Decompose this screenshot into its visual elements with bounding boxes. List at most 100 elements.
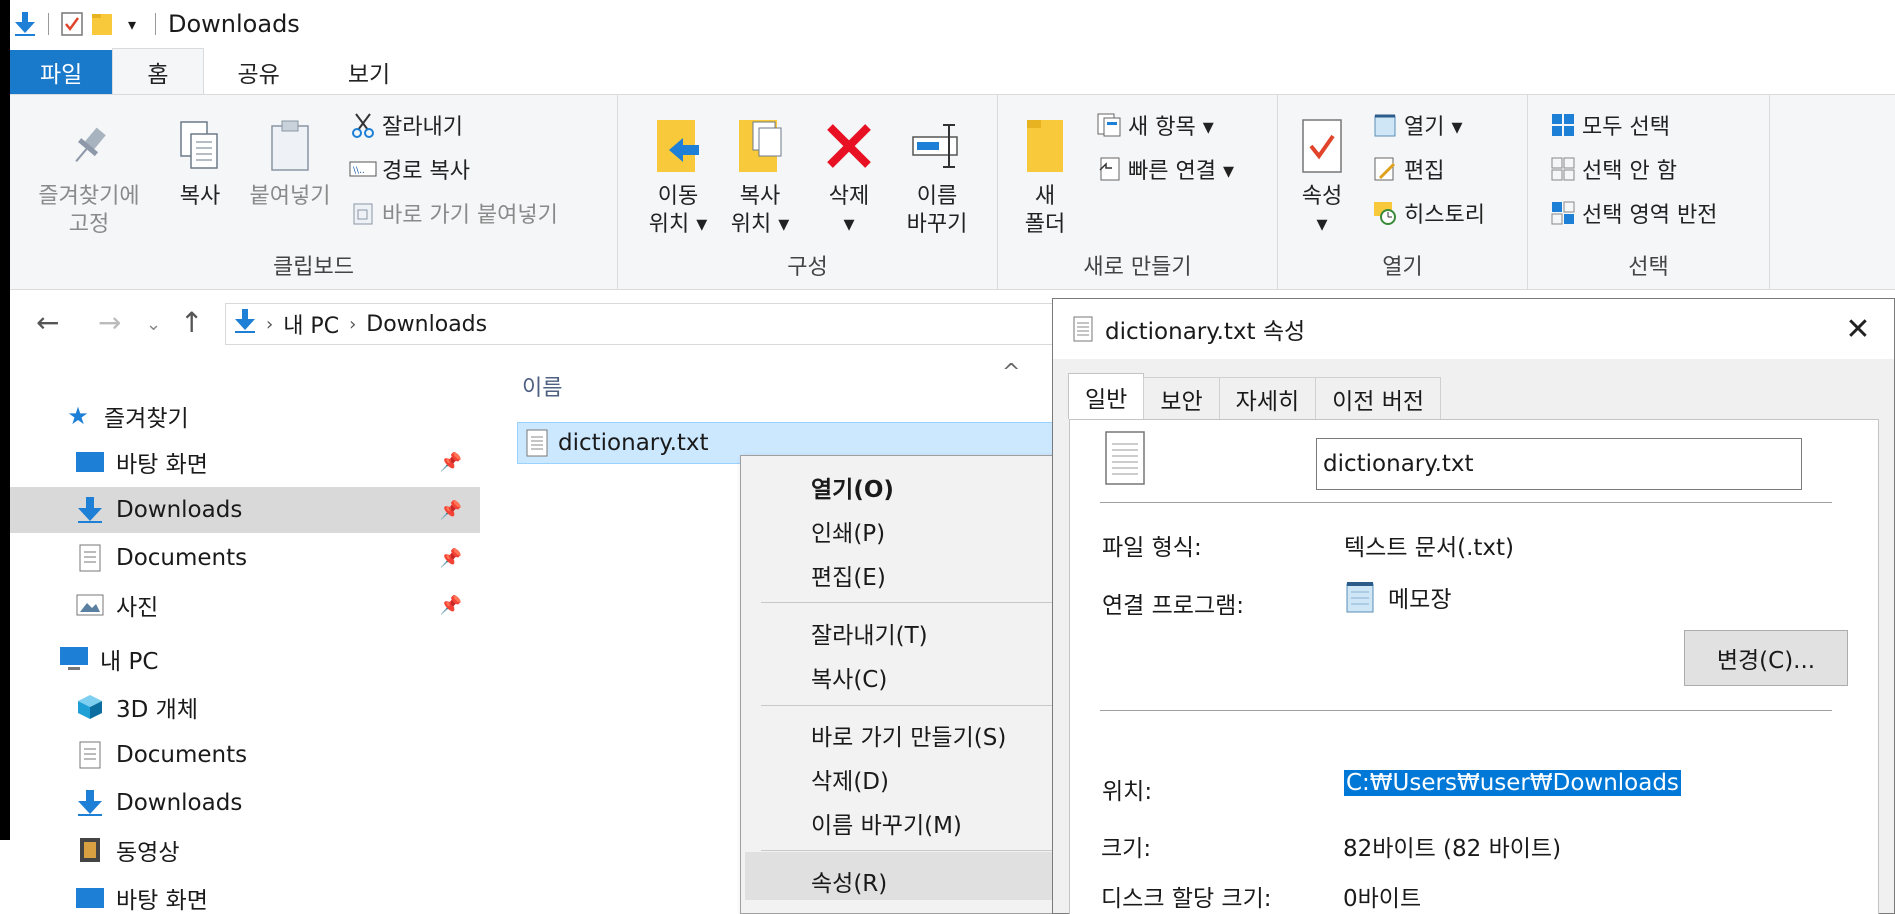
paste-label: 붙여넣기 [249, 184, 331, 209]
nav-item-pc-desktop[interactable]: 바탕 화면 [10, 875, 480, 914]
nav-item-pictures[interactable]: 사진 📌 [10, 582, 480, 628]
cut-button[interactable]: 잘라내기 [348, 109, 463, 141]
new-item-button[interactable]: 새 항목 ▾ [1094, 109, 1214, 141]
delete-dropdown: ▾ [843, 212, 855, 237]
menu-item-rename[interactable]: 이름 바꾸기(M) [811, 806, 962, 840]
location-value[interactable]: C:₩Users₩user₩Downloads [1344, 770, 1681, 796]
filename-input[interactable]: dictionary.txt [1316, 438, 1802, 490]
tab-view[interactable]: 보기 [314, 50, 424, 94]
menu-item-open[interactable]: 열기(O) [811, 470, 894, 504]
breadcrumb-downloads[interactable]: Downloads [366, 312, 487, 337]
breadcrumb-separator: › [266, 313, 274, 335]
edit-button[interactable]: 편집 [1370, 153, 1444, 185]
up-arrow-icon[interactable]: ↑ [180, 306, 203, 339]
nav-item-pc-documents[interactable]: Documents [10, 732, 480, 778]
navigation-pane: ★ 즐겨찾기 바탕 화면 📌 Downloads 📌 Documents 📌 사… [10, 360, 480, 914]
back-arrow-icon[interactable]: ← [36, 306, 59, 339]
nav-item-pc-downloads[interactable]: Downloads [10, 780, 480, 826]
paste-shortcut-button[interactable]: 바로 가기 붙여넣기 [348, 197, 558, 229]
change-button[interactable]: 변경(C)... [1684, 630, 1848, 686]
menu-item-properties[interactable]: 속성(R) [811, 864, 887, 898]
open-button[interactable]: 열기 ▾ [1370, 109, 1463, 141]
nav-item-label: 바탕 화면 [116, 888, 208, 914]
close-icon[interactable]: ✕ [1838, 309, 1878, 349]
nav-item-downloads[interactable]: Downloads 📌 [10, 487, 480, 533]
select-group: 모두 선택 선택 안 함 선택 영역 반전 선택 [1528, 95, 1770, 289]
tab-share[interactable]: 공유 [204, 50, 314, 94]
tab-security[interactable]: 보안 [1143, 377, 1220, 419]
copy-icon [177, 111, 223, 181]
new-folder-label-1: 새 [1034, 184, 1056, 209]
nav-quick-access[interactable]: ★ 즐겨찾기 [10, 393, 480, 439]
easy-access-button[interactable]: 빠른 연결 ▾ [1094, 153, 1234, 185]
tab-details[interactable]: 자세히 [1218, 377, 1317, 419]
clipboard-group-label: 클립보드 [273, 255, 354, 280]
address-bar[interactable]: › 내 PC › Downloads [225, 303, 1070, 345]
nav-item-label: Documents [116, 545, 248, 571]
menu-item-edit[interactable]: 편집(E) [811, 558, 886, 592]
size-label: 크기: [1101, 836, 1152, 862]
new-folder-icon[interactable] [87, 9, 117, 39]
pin-icon[interactable]: 📌 [440, 548, 462, 569]
new-group: 새 폴더 새 항목 ▾ 빠른 연결 ▾ 새로 만들기 [998, 95, 1278, 289]
history-button[interactable]: 히스토리 [1370, 197, 1485, 229]
copy-button[interactable]: 복사 [160, 111, 240, 211]
pin-icon[interactable]: 📌 [440, 500, 462, 521]
download-arrow-icon[interactable] [10, 9, 40, 39]
pin-icon[interactable]: 📌 [440, 595, 462, 616]
properties-check-icon[interactable] [57, 9, 87, 39]
paste-button[interactable]: 붙여넣기 [240, 111, 340, 211]
nav-item-label: Documents [116, 742, 248, 768]
open-label: 열기 ▾ [1404, 115, 1463, 140]
rename-button[interactable]: 이름 바꾸기 [892, 111, 982, 239]
move-to-button[interactable]: 이동 위치 ▾ [638, 111, 718, 239]
select-all-button[interactable]: 모두 선택 [1548, 109, 1670, 141]
file-type-value: 텍스트 문서(.txt) [1344, 535, 1515, 561]
pin-icon[interactable]: 📌 [440, 452, 462, 473]
svg-text:\\..: \\.. [353, 166, 365, 176]
qa-separator [155, 13, 156, 35]
delete-button[interactable]: 삭제 ▾ [814, 111, 884, 239]
nav-item-desktop[interactable]: 바탕 화면 📌 [10, 439, 480, 485]
pin-label-1: 즐겨찾기에 [38, 184, 140, 209]
nav-item-3d-objects[interactable]: 3D 개체 [10, 684, 480, 730]
desktop-icon [74, 446, 106, 478]
move-to-label-2: 위치 ▾ [648, 212, 708, 237]
breadcrumb-this-pc[interactable]: 내 PC [283, 308, 339, 340]
desktop-icon [74, 882, 106, 914]
menu-item-delete[interactable]: 삭제(D) [811, 762, 889, 796]
location-selected-text[interactable]: C:₩Users₩user₩Downloads [1344, 770, 1681, 796]
recent-chevron-icon[interactable]: ⌄ [146, 314, 161, 335]
pictures-icon [74, 589, 106, 621]
tab-general[interactable]: 일반 [1068, 373, 1145, 419]
nav-item-documents[interactable]: Documents 📌 [10, 535, 480, 581]
new-item-label: 새 항목 ▾ [1128, 115, 1214, 140]
select-none-button[interactable]: 선택 안 함 [1548, 153, 1677, 185]
tab-previous-versions[interactable]: 이전 버전 [1315, 377, 1442, 419]
column-header-name[interactable]: 이름 [522, 370, 562, 402]
menu-item-create-shortcut[interactable]: 바로 가기 만들기(S) [811, 718, 1006, 752]
invert-selection-button[interactable]: 선택 영역 반전 [1548, 197, 1717, 229]
menu-item-cut[interactable]: 잘라내기(T) [811, 616, 928, 650]
tab-file[interactable]: 파일 [10, 50, 113, 94]
window-title: Downloads [168, 10, 300, 38]
menu-item-copy[interactable]: 복사(C) [811, 660, 887, 694]
organize-group: 이동 위치 ▾ 복사 위치 ▾ 삭제 ▾ 이름 바꾸기 구성 [618, 95, 998, 289]
paste-shortcut-icon [348, 198, 378, 228]
copy-path-button[interactable]: \\.. 경로 복사 [348, 153, 470, 185]
copy-to-button[interactable]: 복사 위치 ▾ [720, 111, 800, 239]
properties-button[interactable]: 속성 ▾ [1292, 111, 1352, 239]
customize-dropdown-icon[interactable]: ▾ [117, 9, 147, 39]
new-group-label: 새로 만들기 [1083, 255, 1192, 280]
pin-quick-access-button[interactable]: 즐겨찾기에 고정 [24, 111, 154, 239]
menu-item-print[interactable]: 인쇄(P) [811, 514, 885, 548]
forward-arrow-icon[interactable]: → [98, 306, 121, 339]
new-folder-button[interactable]: 새 폴더 [1020, 111, 1070, 239]
dialog-title: dictionary.txt 속성 [1105, 319, 1306, 345]
nav-this-pc[interactable]: 내 PC [10, 636, 480, 682]
nav-item-videos[interactable]: 동영상 [10, 827, 480, 873]
tab-home[interactable]: 홈 [112, 48, 204, 94]
ribbon-tabs: 파일 홈 공유 보기 [10, 48, 1895, 94]
scissors-icon [348, 110, 378, 140]
nav-this-pc-label: 내 PC [100, 649, 159, 675]
